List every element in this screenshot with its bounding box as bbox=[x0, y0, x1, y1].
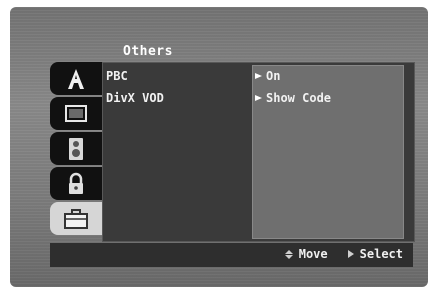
pointer-arrow-icon bbox=[255, 95, 262, 101]
menu-item-pbc[interactable]: PBC bbox=[106, 69, 128, 83]
pbc-value[interactable]: On bbox=[255, 69, 280, 83]
right-arrow-icon bbox=[347, 250, 354, 258]
divx-vod-value[interactable]: Show Code bbox=[255, 91, 331, 105]
pbc-value-text: On bbox=[266, 69, 281, 83]
menu-item-divx-vod[interactable]: DivX VOD bbox=[106, 91, 164, 105]
divx-vod-value-text: Show Code bbox=[266, 91, 332, 105]
up-down-arrows-icon bbox=[284, 249, 293, 259]
osd-screen: Others PBC DivX VOD On Show Code Move Se… bbox=[10, 7, 428, 287]
tab-audio[interactable] bbox=[50, 132, 102, 165]
navigation-hints: Move Select bbox=[284, 247, 403, 261]
menu-title: Others bbox=[123, 44, 173, 59]
tab-others[interactable] bbox=[50, 202, 102, 235]
display-tv-icon bbox=[65, 104, 87, 122]
briefcase-icon bbox=[64, 208, 88, 229]
move-hint: Move bbox=[298, 247, 328, 261]
padlock-icon bbox=[69, 172, 83, 194]
speaker-audio-icon bbox=[69, 137, 83, 160]
footer-bar: Move Select bbox=[50, 243, 413, 267]
tab-display[interactable] bbox=[50, 97, 102, 130]
tab-lock[interactable] bbox=[50, 167, 102, 200]
tab-language[interactable] bbox=[50, 62, 102, 95]
language-a-icon bbox=[68, 68, 84, 89]
pointer-arrow-icon bbox=[255, 73, 262, 79]
select-hint: Select bbox=[359, 247, 403, 261]
